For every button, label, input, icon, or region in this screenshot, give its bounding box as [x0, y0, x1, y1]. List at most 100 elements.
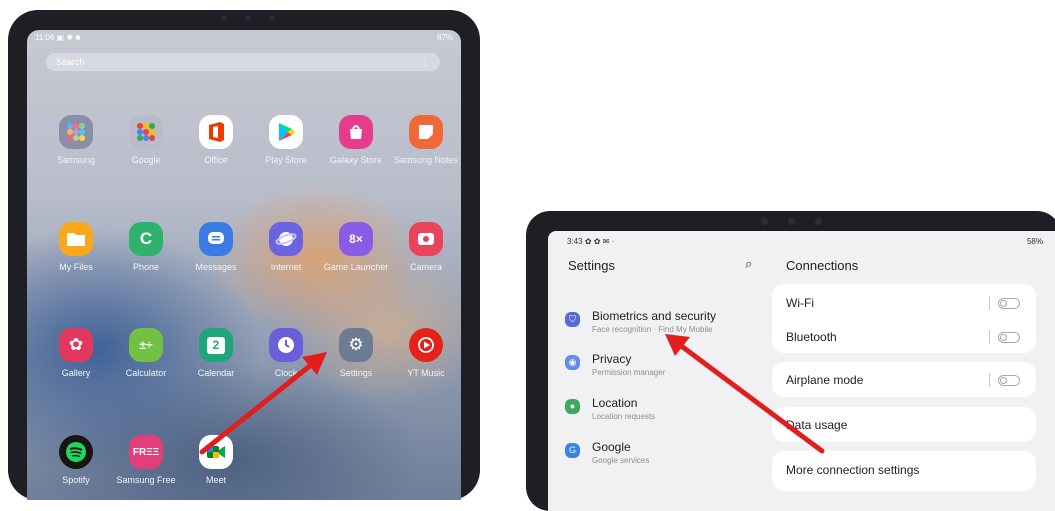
bluetooth-toggle[interactable]	[998, 332, 1020, 343]
app-messages[interactable]: Messages	[181, 222, 251, 272]
app-label: Meet	[205, 475, 226, 485]
app-label: Samsung	[56, 155, 96, 165]
app-gallery[interactable]: ✿ Gallery	[41, 328, 111, 378]
app-label: Settings	[339, 368, 373, 378]
app-samsung[interactable]: Samsung	[41, 115, 111, 165]
more-options-icon[interactable]: ⋮	[421, 53, 430, 71]
app-label: Internet	[270, 262, 302, 272]
connections-card-wireless: Wi-Fi Bluetooth	[772, 284, 1036, 353]
app-label: Galaxy Store	[329, 155, 383, 165]
samsung-notes-icon	[409, 115, 443, 149]
app-google[interactable]: Google	[111, 115, 181, 165]
location-icon: ●	[565, 399, 580, 414]
settings-screen: 3:43 ✿ ✿ ✉ · 58% Settings ⌕ ⛉ Biometrics…	[548, 231, 1055, 511]
search-icon[interactable]: ⌕	[745, 256, 752, 272]
gallery-icon: ✿	[59, 328, 93, 362]
status-bar: 3:43 ✿ ✿ ✉ · 58%	[567, 237, 1043, 247]
connections-title: Connections	[786, 258, 859, 273]
samsung-free-icon: FRΞΞ	[129, 435, 163, 469]
settings-title: Settings	[568, 258, 615, 273]
app-phone[interactable]: C Phone	[111, 222, 181, 272]
app-galaxy-store[interactable]: Galaxy Store	[321, 115, 391, 165]
app-samsung-notes[interactable]: Samsung Notes	[391, 115, 461, 165]
play-store-icon	[269, 115, 303, 149]
calendar-icon: 2	[199, 328, 233, 362]
folder-icon	[59, 222, 93, 256]
battery-status: 58%	[1026, 237, 1043, 246]
search-bar[interactable]: Search ⋮	[46, 53, 440, 71]
item-subtitle: Face recognition · Find My Mobile	[592, 325, 713, 334]
search-placeholder: Search	[56, 57, 85, 67]
app-game-launcher[interactable]: 8× Game Launcher	[321, 222, 391, 272]
app-play-store[interactable]: Play Store	[251, 115, 321, 165]
status-time: 11:06	[35, 33, 55, 42]
status-icons: ▣ ✱ ■	[56, 33, 81, 42]
app-office[interactable]: Office	[181, 115, 251, 165]
office-icon	[199, 115, 233, 149]
samsung-free-text: FRΞΞ	[132, 446, 160, 458]
airplane-mode-toggle[interactable]	[998, 375, 1020, 386]
messages-icon	[199, 222, 233, 256]
app-internet[interactable]: Internet	[251, 222, 321, 272]
app-label: Game Launcher	[323, 262, 389, 272]
spotify-icon	[59, 435, 93, 469]
samsung-folder-icon	[59, 115, 93, 149]
more-connection-settings-card[interactable]: More connection settings	[772, 451, 1036, 491]
status-time: 3:43	[567, 237, 583, 246]
item-title: Biometrics and security	[592, 309, 717, 323]
bluetooth-row-label[interactable]: Bluetooth	[786, 330, 837, 344]
app-label: Gallery	[61, 368, 91, 378]
app-label: Spotify	[62, 475, 90, 485]
left-tablet: 11:06 ▣ ✱ ■ 87% Search ⋮ Samsung Google …	[8, 10, 480, 500]
battery-status: 87%	[436, 33, 453, 42]
app-my-files[interactable]: My Files	[41, 222, 111, 272]
app-settings[interactable]: ⚙ Settings	[321, 328, 391, 378]
phone-icon: C	[129, 222, 163, 256]
item-title: Privacy	[592, 352, 632, 366]
meet-icon	[199, 435, 233, 469]
item-subtitle: Location requests	[592, 412, 656, 421]
calculator-icon: ±÷	[129, 328, 163, 362]
app-label: Calendar	[197, 368, 235, 378]
yt-music-icon	[409, 328, 443, 362]
item-subtitle: Google services	[592, 456, 650, 465]
settings-item-privacy[interactable]: ◉ Privacy Permission manager	[565, 352, 770, 392]
wifi-row-label[interactable]: Wi-Fi	[786, 296, 814, 310]
wifi-toggle[interactable]	[998, 298, 1020, 309]
game-launcher-icon: 8×	[339, 222, 373, 256]
app-label: Samsung Notes	[393, 155, 459, 165]
item-title: Location	[592, 396, 638, 410]
settings-item-google[interactable]: G Google Google services	[565, 440, 770, 480]
app-label: Messages	[195, 262, 237, 272]
settings-item-location[interactable]: ● Location Location requests	[565, 396, 770, 436]
airplane-mode-label: Airplane mode	[786, 373, 864, 387]
more-connection-settings-label: More connection settings	[786, 463, 920, 477]
app-label: Play Store	[265, 155, 307, 165]
gear-icon: ⚙	[339, 328, 373, 362]
internet-icon	[269, 222, 303, 256]
app-calculator[interactable]: ±÷ Calculator	[111, 328, 181, 378]
left-camera-bar	[213, 13, 283, 23]
app-calendar[interactable]: 2 Calendar	[181, 328, 251, 378]
airplane-mode-card[interactable]: Airplane mode	[772, 362, 1036, 397]
calendar-day: 2	[207, 336, 225, 354]
item-subtitle: Permission manager	[592, 368, 666, 377]
app-label: My Files	[59, 262, 93, 272]
data-usage-card[interactable]: Data usage	[772, 407, 1036, 442]
status-icons: ✿ ✿ ✉ ·	[584, 237, 615, 246]
item-title: Google	[592, 440, 631, 454]
camera-icon	[409, 222, 443, 256]
data-usage-label: Data usage	[786, 418, 848, 432]
clock-icon	[269, 328, 303, 362]
app-camera[interactable]: Camera	[391, 222, 461, 272]
app-label: Samsung Free	[116, 475, 176, 485]
right-tablet: 3:43 ✿ ✿ ✉ · 58% Settings ⌕ ⛉ Biometrics…	[526, 211, 1055, 511]
app-label: Phone	[132, 262, 160, 272]
galaxy-store-icon	[339, 115, 373, 149]
app-yt-music[interactable]: YT Music	[391, 328, 461, 378]
app-label: YT Music	[407, 368, 445, 378]
app-label: Office	[204, 155, 228, 165]
settings-item-biometrics[interactable]: ⛉ Biometrics and security Face recogniti…	[565, 309, 770, 349]
app-clock[interactable]: Clock	[251, 328, 321, 378]
google-icon: G	[565, 443, 580, 458]
